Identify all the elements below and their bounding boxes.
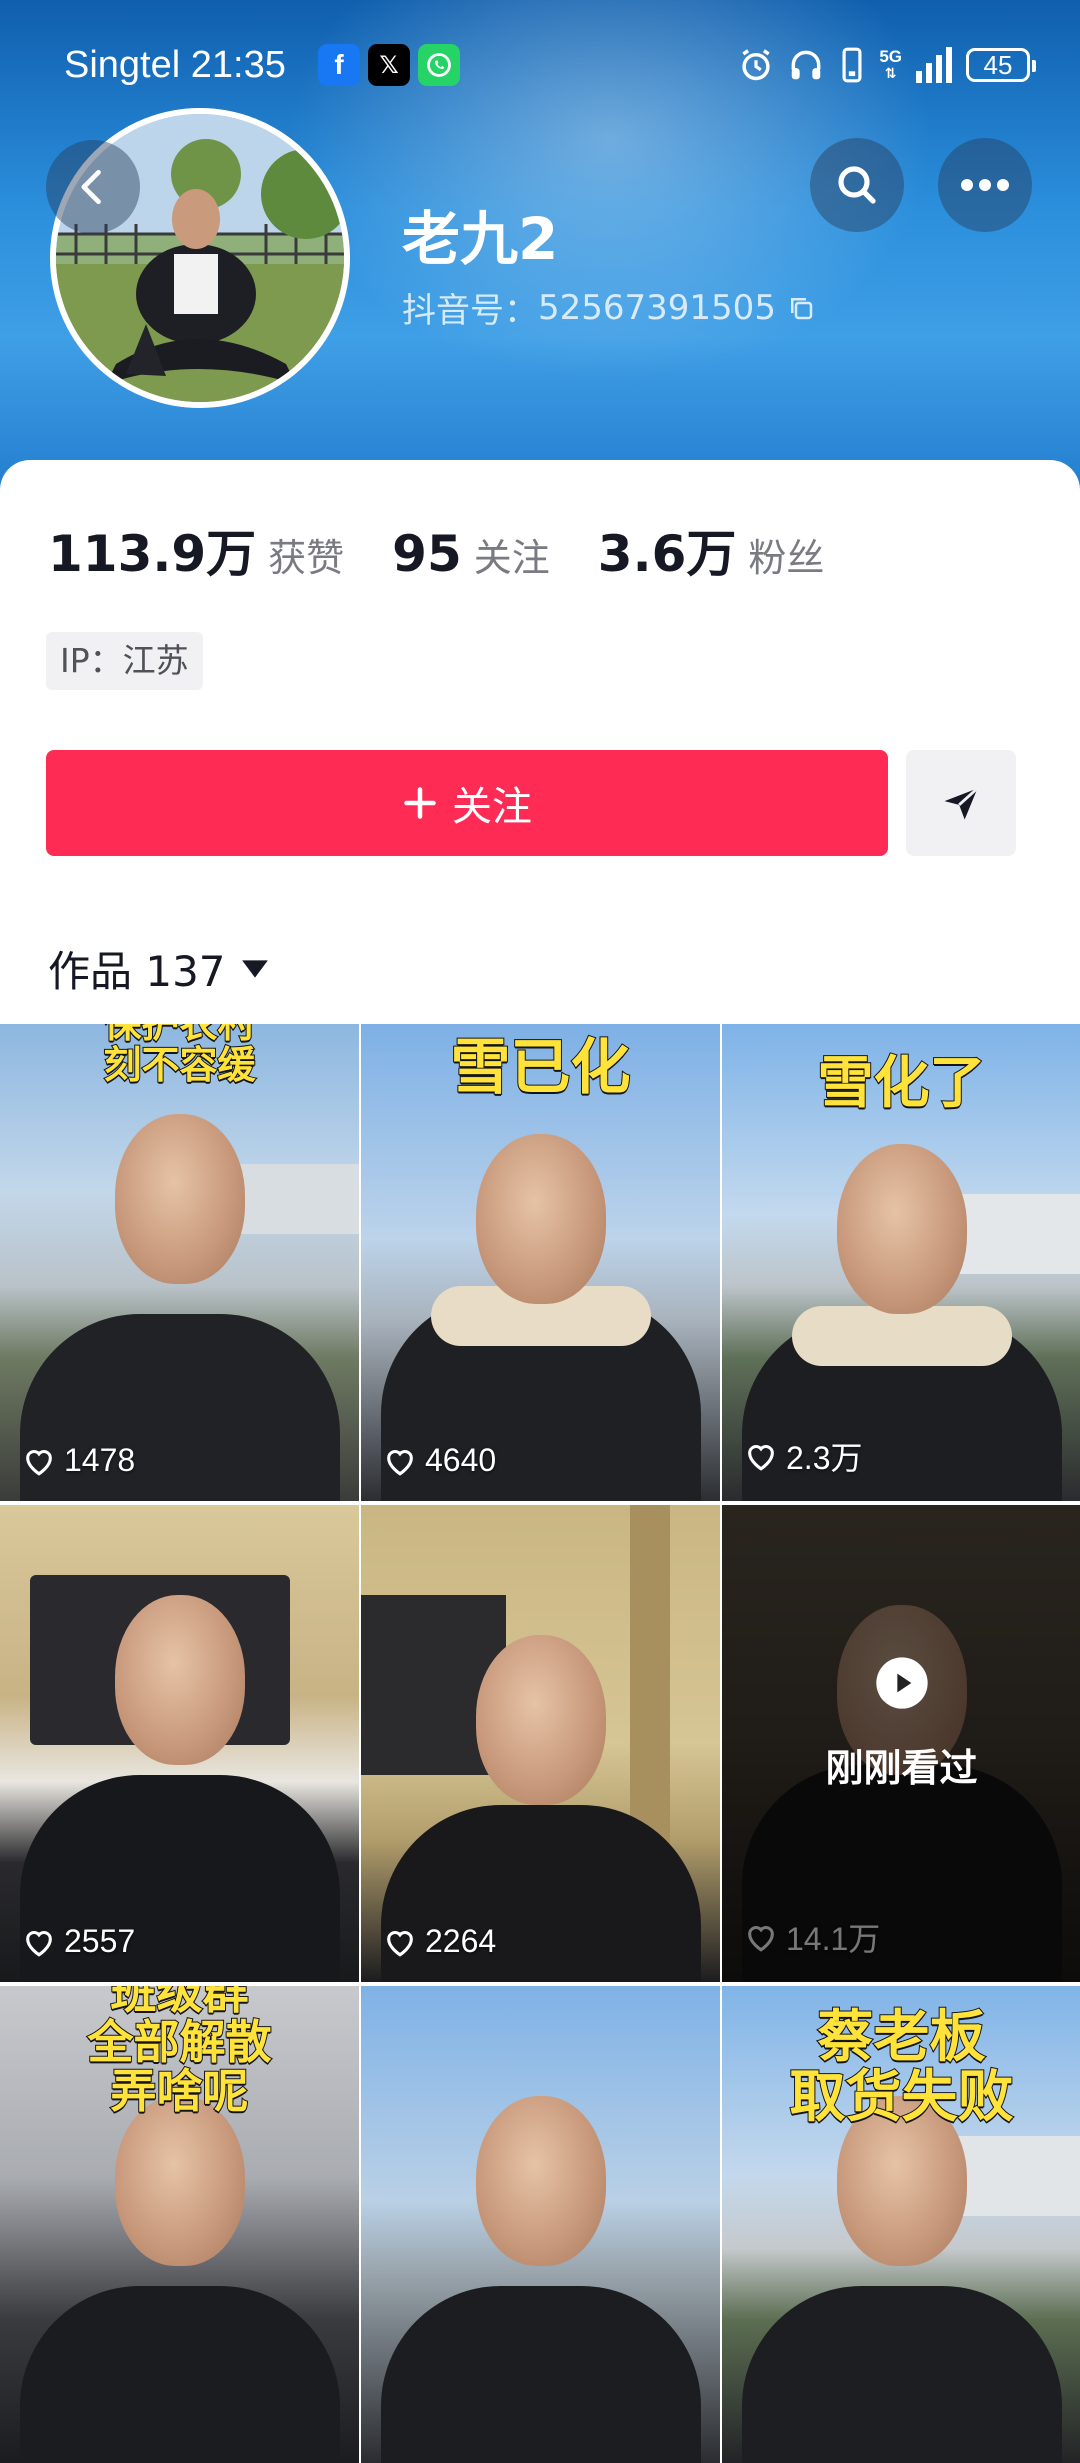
- recently-watched-badge: 刚刚看过: [722, 1655, 1080, 1792]
- search-icon: [838, 166, 876, 204]
- video-thumbnail[interactable]: 2264: [361, 1505, 720, 1982]
- send-arrow-icon: [944, 787, 979, 820]
- play-icon: [875, 1657, 928, 1709]
- video-likes-count: 2264: [425, 1923, 497, 1959]
- status-bar: Singtel 21:35 f 𝕏 5G ⇅ 45: [0, 40, 1080, 90]
- video-thumbnail[interactable]: 蔡老板 取货失败: [722, 1986, 1080, 2463]
- video-grid: 保护农村 刻不容缓 1478 雪已化 4640 雪化了 2.3万 2557 22…: [0, 1024, 1080, 2463]
- caret-down-icon: [241, 959, 268, 978]
- profile-id-label: 抖音号：: [402, 291, 538, 331]
- follow-button[interactable]: 关注: [46, 750, 888, 856]
- alarm-icon: [742, 49, 770, 81]
- video-thumbnail[interactable]: 2557: [0, 1505, 359, 1982]
- following-count[interactable]: 95: [392, 525, 462, 583]
- phone-vibrate-icon: [842, 47, 862, 83]
- network-type: 5G ⇅: [879, 47, 902, 81]
- video-likes-count: 4640: [425, 1442, 497, 1478]
- heart-icon: [26, 1449, 52, 1476]
- profile-stats: 113.9万 获赞 95 关注 3.6万 粉丝: [48, 514, 872, 586]
- followers-label: 粉丝: [748, 536, 825, 580]
- video-likes: 2264: [383, 1923, 496, 1960]
- video-likes-count: 14.1万: [786, 1921, 881, 1957]
- heart-icon: [387, 1930, 413, 1957]
- message-button[interactable]: [906, 750, 1016, 856]
- video-thumbnail[interactable]: 雪已化 4640: [361, 1024, 720, 1501]
- signal-icon: [916, 47, 952, 83]
- more-button[interactable]: [938, 138, 1032, 232]
- carrier-name: Singtel: [64, 44, 181, 86]
- battery-icon: 45: [966, 48, 1036, 82]
- recently-watched-label: 刚刚看过: [825, 1746, 978, 1790]
- clock: 21:35: [190, 44, 286, 86]
- video-caption: 雪已化: [450, 1033, 632, 1103]
- video-caption: 班级群 全部解散 弄啥呢: [87, 1986, 273, 2119]
- video-likes-count: 2.3万: [786, 1440, 863, 1476]
- copy-icon[interactable]: [786, 293, 816, 323]
- works-tab-label: 作品 137: [48, 947, 226, 996]
- video-thumbnail[interactable]: 班级群 全部解散 弄啥呢: [0, 1986, 359, 2463]
- likes-count[interactable]: 113.9万: [48, 514, 256, 586]
- video-thumbnail[interactable]: 雪化了 2.3万: [722, 1024, 1080, 1501]
- more-dots-icon: [961, 179, 1009, 191]
- profile-id: 抖音号： 52567391505: [402, 283, 816, 332]
- video-thumbnail[interactable]: [361, 1986, 720, 2463]
- video-thumbnail[interactable]: 保护农村 刻不容缓 1478: [0, 1024, 359, 1501]
- plus-icon: [404, 787, 436, 819]
- heart-icon: [387, 1449, 413, 1476]
- chevron-left-icon: [81, 169, 101, 205]
- heart-icon: [748, 1926, 774, 1952]
- profile-name: 老九2: [402, 205, 559, 273]
- video-likes-count: 1478: [64, 1442, 136, 1478]
- video-thumbnail[interactable]: 刚刚看过 14.1万: [722, 1505, 1080, 1982]
- follow-button-label: 关注: [452, 784, 532, 830]
- back-button[interactable]: [46, 140, 140, 234]
- headphones-icon: [791, 50, 821, 80]
- video-caption: 保护农村 刻不容缓: [102, 1024, 256, 1088]
- facebook-icon: f: [318, 44, 360, 86]
- video-caption: 雪化了: [817, 1051, 987, 1116]
- status-indicators: 5G ⇅ 45: [737, 42, 1036, 88]
- video-likes: 2.3万: [744, 1433, 863, 1479]
- x-icon: 𝕏: [368, 44, 410, 86]
- whatsapp-icon: [418, 44, 460, 86]
- status-carrier-time: Singtel 21:35: [64, 40, 286, 90]
- followers-count[interactable]: 3.6万: [598, 514, 737, 586]
- video-caption: 蔡老板 取货失败: [789, 2005, 1015, 2131]
- likes-label: 获赞: [268, 536, 345, 580]
- following-label: 关注: [473, 536, 550, 580]
- video-likes: 2557: [22, 1923, 135, 1960]
- heart-icon: [26, 1930, 52, 1957]
- video-likes: 1478: [22, 1442, 135, 1479]
- heart-icon: [748, 1445, 774, 1471]
- profile-id-value: 52567391505: [538, 287, 776, 328]
- works-tab[interactable]: 作品 137: [48, 938, 270, 999]
- video-likes-count: 2557: [64, 1923, 136, 1959]
- search-button[interactable]: [810, 138, 904, 232]
- profile-card: 113.9万 获赞 95 关注 3.6万 粉丝 IP：江苏 关注 作品 137: [0, 460, 1080, 1020]
- video-likes: 4640: [383, 1442, 496, 1479]
- ip-location-chip: IP：江苏: [46, 632, 203, 690]
- video-likes: 14.1万: [744, 1914, 880, 1960]
